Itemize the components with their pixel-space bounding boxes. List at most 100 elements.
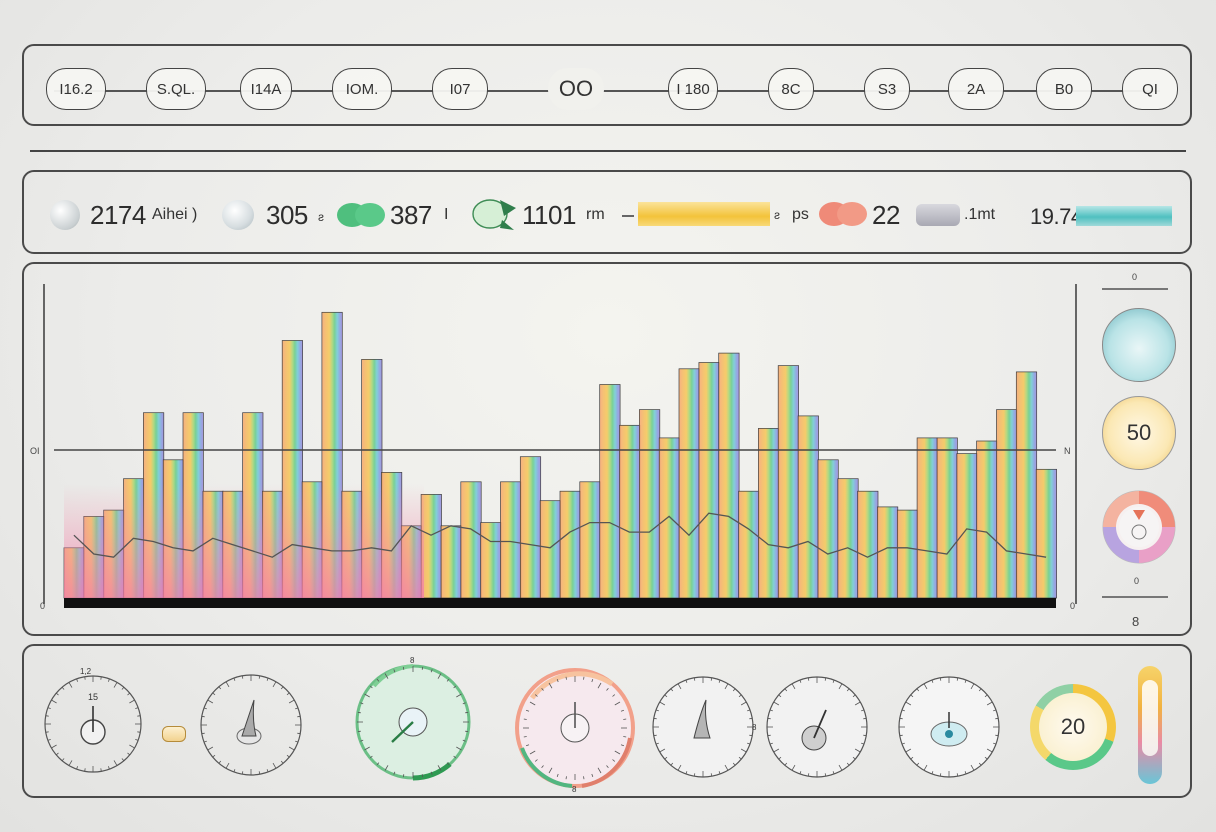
gauge-tick xyxy=(956,773,959,777)
gauge-tick xyxy=(280,686,284,690)
gauge-tick xyxy=(749,717,753,720)
step-7[interactable]: I 180 xyxy=(668,68,718,110)
slider-track xyxy=(1142,680,1158,756)
coral-dial[interactable] xyxy=(1100,488,1178,566)
gauge-7[interactable] xyxy=(894,672,1004,782)
gauge-3[interactable]: 8 xyxy=(354,656,472,786)
gauge-tick xyxy=(995,717,999,720)
gauge-tick xyxy=(863,734,867,737)
gauge-tick xyxy=(807,773,810,777)
step-2[interactable]: S.QL. xyxy=(146,68,206,110)
chart-bar xyxy=(777,365,799,599)
step-1[interactable]: I16.2 xyxy=(46,68,106,110)
gauge-1[interactable]: 15 1,2 xyxy=(38,666,148,776)
chart-bar xyxy=(976,440,998,599)
chart-bar xyxy=(738,490,760,599)
gauge-tick xyxy=(421,666,424,670)
spectrum-chart: OI N 0 0 xyxy=(30,284,1077,611)
teal-knob[interactable] xyxy=(1102,308,1176,382)
vertical-level-slider[interactable] xyxy=(1138,666,1162,784)
y-label-right: N xyxy=(1064,446,1071,456)
gauge-tick xyxy=(295,707,299,710)
stat-3-suffix: I xyxy=(444,206,449,223)
chart-bar xyxy=(857,490,879,599)
gauge-4[interactable]: 8 xyxy=(512,668,638,794)
gauge-tick xyxy=(583,676,585,680)
stat-6-label: .1mt xyxy=(964,206,996,223)
yellow-level-bar xyxy=(638,202,770,226)
gauge-tick xyxy=(258,675,261,679)
gauge-tick xyxy=(749,734,753,737)
gauge-tick xyxy=(258,771,261,775)
chart-bar xyxy=(559,490,581,599)
gauge-2[interactable] xyxy=(196,670,306,780)
gauge-tick xyxy=(108,678,110,682)
gauge-6[interactable] xyxy=(762,672,872,782)
step-5[interactable]: I07 xyxy=(432,68,488,110)
gauge-tick xyxy=(61,758,65,762)
gauge-tick xyxy=(84,768,86,772)
teal-level-bar xyxy=(1076,206,1172,226)
connector-capsule xyxy=(162,726,186,742)
gauge-tick xyxy=(280,760,284,764)
step-3[interactable]: I14A xyxy=(240,68,292,110)
chart-baseline xyxy=(64,598,1056,608)
gauge-5[interactable]: 8 xyxy=(648,672,758,782)
gauge-tick xyxy=(137,715,141,717)
chart-bar xyxy=(500,481,522,599)
step-11[interactable]: B0 xyxy=(1036,68,1092,110)
gauge-tick xyxy=(113,760,118,766)
gauge-tick xyxy=(286,754,290,758)
gauge-tick xyxy=(207,699,214,704)
gauge-tick xyxy=(266,677,269,681)
gauge-tick xyxy=(899,717,903,720)
chart-bar xyxy=(837,478,859,599)
step-9[interactable]: S3 xyxy=(864,68,910,110)
gauge-tick xyxy=(565,776,567,780)
gauge-tick xyxy=(623,718,627,720)
chart-bar xyxy=(758,428,780,599)
baseline-label-right: 0 xyxy=(1070,601,1075,611)
chart-bar xyxy=(936,437,958,599)
value-dial[interactable]: 50 xyxy=(1102,396,1176,470)
gauge-tick xyxy=(121,758,125,762)
step-6-current[interactable]: OO xyxy=(548,68,604,110)
chart-bar xyxy=(460,481,482,599)
gauge-tick xyxy=(51,699,57,704)
gauge-tick xyxy=(84,676,86,680)
gauge-tick xyxy=(653,717,657,720)
gauge-tick xyxy=(939,773,942,777)
step-10[interactable]: 2A xyxy=(948,68,1004,110)
gauge-tick xyxy=(212,754,216,758)
step-8[interactable]: 8C xyxy=(768,68,814,110)
gauge-tick xyxy=(51,744,57,749)
gauge-tick xyxy=(108,766,110,770)
chart-bar xyxy=(718,352,740,599)
step-4[interactable]: IOM. xyxy=(332,68,392,110)
gauge-8[interactable]: 20 xyxy=(1030,684,1116,770)
gauge-tick xyxy=(357,711,361,714)
gauge-tick xyxy=(288,746,295,751)
gauge-tick xyxy=(565,676,567,680)
step-progress-bar: I16.2 S.QL. I14A IOM. I07 OO I 180 8C S3… xyxy=(22,44,1192,126)
gauge-tick xyxy=(113,682,118,688)
gauge-tick xyxy=(127,692,131,696)
gauge-tick xyxy=(767,717,771,720)
gauge-tick xyxy=(693,773,696,777)
gauge-tick xyxy=(207,746,214,751)
gauge-tick xyxy=(68,682,73,688)
gauge-tick xyxy=(218,686,222,690)
step-12[interactable]: QI xyxy=(1122,68,1178,110)
green-leaf-icon xyxy=(472,199,516,230)
gauge-tick xyxy=(710,773,713,777)
gauge-tick xyxy=(693,677,696,681)
chart-bar xyxy=(639,409,661,599)
gauge-tick xyxy=(135,707,139,709)
gauge-tick xyxy=(523,736,527,738)
gauge-tick xyxy=(767,734,771,737)
gauge-panel: 15 1,2 8 8 8 20 xyxy=(22,644,1192,798)
side-top-tick: 0 xyxy=(1132,272,1138,282)
chart-bar xyxy=(539,500,561,599)
pink-glow xyxy=(64,484,424,598)
gauge-tick xyxy=(100,676,102,680)
